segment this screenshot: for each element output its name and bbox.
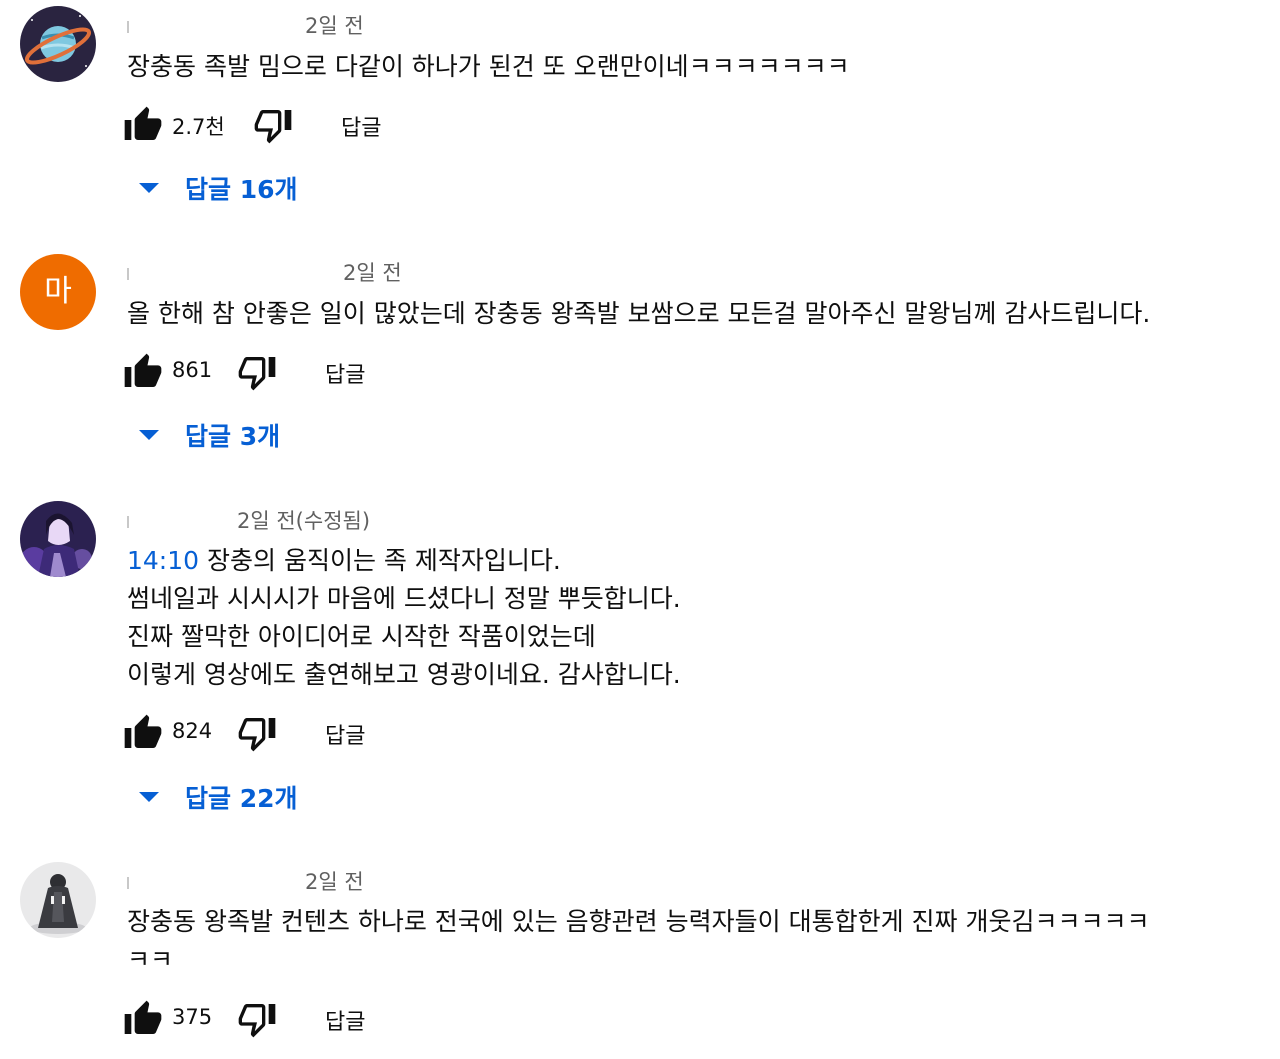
comment-meta: 2일 전	[127, 257, 402, 287]
like-count: 375	[172, 1005, 213, 1029]
dislike-button[interactable]	[253, 105, 293, 145]
comment-actions: 375 답글	[123, 999, 623, 1039]
initial-avatar[interactable]: 마	[20, 254, 96, 330]
like-count: 861	[172, 358, 213, 382]
comment-text: 장충동 족발 밈으로 다같이 하나가 된건 또 오랜만이네ㅋㅋㅋㅋㅋㅋㅋ	[127, 48, 850, 86]
timestamp[interactable]: 2일 전	[305, 870, 364, 894]
thumbs-up-icon	[124, 106, 162, 140]
comment-line: 장충동 왕족발 컨텐츠 하나로 전국에 있는 음향관련 능력자들이 대통합한게 …	[127, 907, 1150, 936]
dislike-button[interactable]	[237, 352, 277, 392]
reply-button[interactable]: 답글	[325, 357, 365, 389]
comment-actions: 861 답글	[123, 352, 623, 392]
comment-line: 이렇게 영상에도 출연해보고 영광이네요. 감사합니다.	[127, 660, 681, 689]
comment-line: ㅋㅋ	[127, 945, 174, 974]
replies-label: 답글 22개	[185, 784, 298, 813]
comment-meta: 2일 전	[127, 866, 364, 896]
dislike-button[interactable]	[237, 713, 277, 753]
like-button[interactable]	[123, 999, 163, 1039]
comment-actions: 2.7천 답글	[123, 105, 623, 145]
author-name[interactable]	[127, 21, 129, 33]
avatar-initial: 마	[44, 274, 72, 309]
thumbs-up-icon	[124, 1000, 162, 1034]
dislike-button[interactable]	[237, 999, 277, 1039]
replies-label: 답글 3개	[185, 422, 281, 451]
timestamp[interactable]: 2일 전	[343, 261, 402, 285]
author-name[interactable]	[127, 516, 129, 528]
timestamp[interactable]: 2일 전(수정됨)	[237, 509, 370, 533]
caret-down-icon	[139, 183, 159, 193]
author-name[interactable]	[127, 877, 129, 889]
caret-down-icon	[139, 430, 159, 440]
thumbs-down-icon	[238, 357, 276, 391]
comment-line: 장충동 족발 밈으로 다같이 하나가 된건 또 오랜만이네ㅋㅋㅋㅋㅋㅋㅋ	[127, 52, 850, 81]
timestamp[interactable]: 2일 전	[305, 14, 364, 38]
saturn-planet-avatar[interactable]	[20, 6, 96, 82]
reply-button[interactable]: 답글	[325, 718, 365, 750]
like-button[interactable]	[123, 713, 163, 753]
comment-line: 진짜 짤막한 아이디어로 시작한 작품이었는데	[127, 622, 596, 651]
purple-character-avatar[interactable]	[20, 501, 96, 577]
comment-line: 14:10 장충의 움직이는 족 제작자입니다.	[127, 542, 681, 580]
comment-line: 썸네일과 시시시가 마음에 드셨다니 정말 뿌듯합니다.	[127, 584, 681, 613]
comment-meta: 2일 전	[127, 10, 364, 40]
reply-button[interactable]: 답글	[341, 110, 381, 142]
like-count: 824	[172, 719, 213, 743]
comment-line-rest: 장충의 움직이는 족 제작자입니다.	[199, 546, 561, 575]
reply-button[interactable]: 답글	[325, 1004, 365, 1036]
video-timestamp-link[interactable]: 14:10	[127, 546, 199, 575]
caret-down-icon	[139, 792, 159, 802]
thumbs-up-icon	[124, 714, 162, 748]
comment-text: 14:10 장충의 움직이는 족 제작자입니다. 썸네일과 시시시가 마음에 드…	[127, 542, 681, 694]
comment-text: 올 한해 참 안좋은 일이 많았는데 장충동 왕족발 보쌈으로 모든걸 말아주신…	[127, 295, 1150, 333]
comment-text: 장충동 왕족발 컨텐츠 하나로 전국에 있는 음향관련 능력자들이 대통합한게 …	[127, 903, 1149, 979]
thumbs-down-icon	[238, 718, 276, 752]
comment-actions: 824 답글	[123, 713, 623, 753]
like-button[interactable]	[123, 105, 163, 145]
comment-line: 올 한해 참 안좋은 일이 많았는데 장충동 왕족발 보쌈으로 모든걸 말아주신…	[127, 299, 1151, 328]
like-button[interactable]	[123, 352, 163, 392]
cloaked-figure-avatar[interactable]	[20, 862, 96, 938]
thumbs-down-icon	[254, 110, 292, 144]
author-name[interactable]	[127, 268, 129, 280]
comment-meta: 2일 전(수정됨)	[127, 505, 370, 535]
like-count: 2.7천	[172, 115, 225, 139]
thumbs-down-icon	[238, 1004, 276, 1038]
thumbs-up-icon	[124, 353, 162, 387]
replies-label: 답글 16개	[185, 175, 298, 204]
